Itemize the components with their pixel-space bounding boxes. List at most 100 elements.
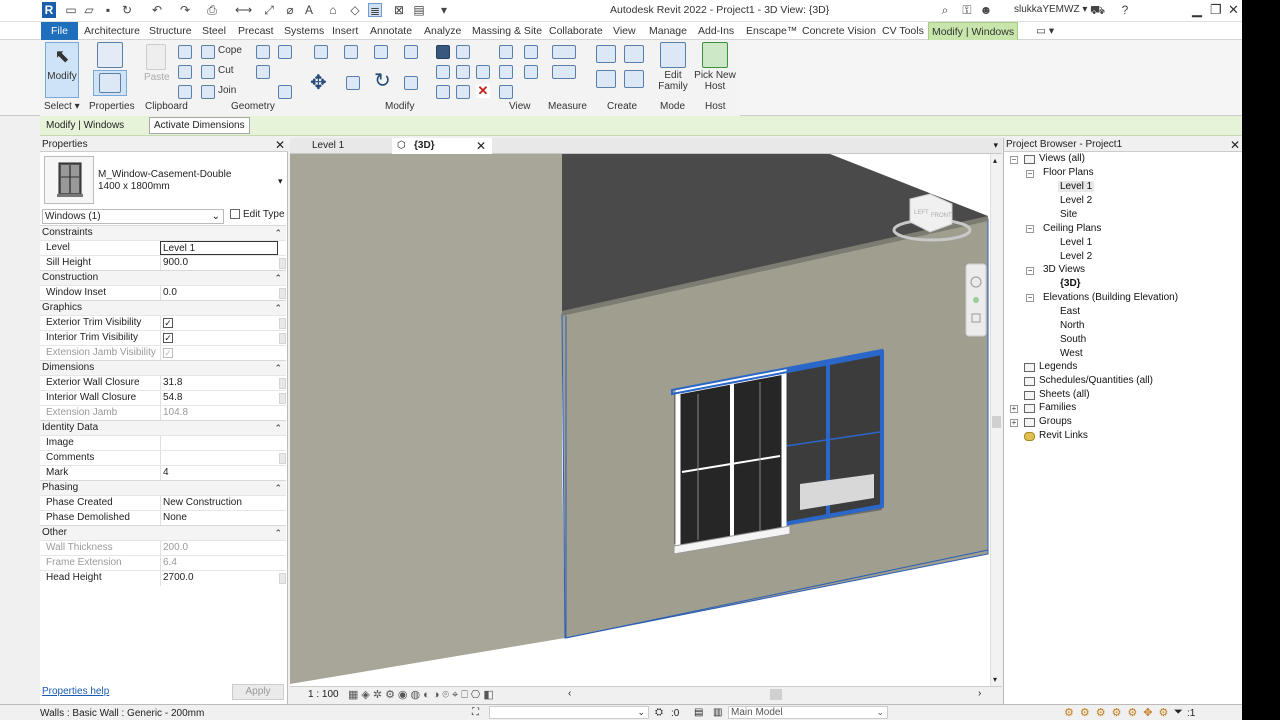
prop-row-mark[interactable]: Mark 4 <box>40 465 286 481</box>
prop-row-interior-wall-closure[interactable]: Interior Wall Closure 54.8 <box>40 390 286 406</box>
tree-floor-level-1[interactable]: Level 1 <box>1058 181 1095 192</box>
tree-ceiling-plans[interactable]: Ceiling Plans <box>1043 223 1101 234</box>
view-vertical-scrollbar[interactable]: ▴ ▾ <box>990 154 1002 686</box>
checkbox[interactable]: ✓ <box>163 333 173 343</box>
collapse-icon[interactable]: − <box>1026 170 1034 178</box>
scroll-thumb[interactable] <box>992 416 1001 428</box>
prop-row-window-inset[interactable]: Window Inset 0.0 <box>40 285 286 301</box>
tree-3d-view[interactable]: {3D} <box>1060 278 1081 289</box>
prop-value[interactable]: 54.8 <box>160 391 278 406</box>
tab-add-ins[interactable]: Add-Ins <box>695 22 737 40</box>
tab-modify-windows[interactable]: Modify | Windows <box>928 22 1019 40</box>
scroll-right-icon[interactable]: › <box>978 688 981 699</box>
selection-toggle-icons[interactable]: ⚙⚙⚙⚙⚙✥⚙ <box>1064 706 1174 719</box>
expand-icon[interactable]: + <box>1010 419 1018 427</box>
default-3d-view-icon[interactable]: ⌂ <box>326 3 340 17</box>
trim-extend-icon[interactable] <box>456 85 470 99</box>
group-other[interactable]: Other ⌃ <box>40 525 286 540</box>
edit-type-button[interactable]: Edit Type <box>230 209 285 220</box>
horizontal-scroll-thumb[interactable] <box>770 689 782 700</box>
cut-clipboard-icon[interactable] <box>178 45 192 59</box>
design-option-select[interactable]: Main Model ⌄ <box>728 706 888 719</box>
view-tab-level-1[interactable]: Level 1 <box>290 138 390 154</box>
align-icon[interactable] <box>314 45 328 59</box>
cope-label[interactable]: Cope <box>218 45 242 56</box>
close-icon[interactable]: ✕ <box>1228 2 1239 18</box>
building-model[interactable]: LEFT FRONT <box>290 154 990 686</box>
panel-select[interactable]: Select ▾ <box>44 101 80 112</box>
cart-icon[interactable]: ⛟ <box>1090 3 1105 17</box>
tree-views-all[interactable]: Views (all) <box>1039 153 1085 164</box>
split-icon[interactable] <box>436 45 450 59</box>
measure-between-icon[interactable] <box>552 45 576 59</box>
checkbox[interactable]: ✓ <box>163 318 173 328</box>
edit-family-button[interactable]: Edit Family <box>656 42 690 92</box>
mirror-axis-icon[interactable] <box>374 45 388 59</box>
help-icon[interactable]: ? <box>1118 3 1132 17</box>
editable-only-icon[interactable]: ⛭ <box>655 707 663 718</box>
trim-icon[interactable] <box>404 76 418 90</box>
tab-annotate[interactable]: Annotate <box>367 22 415 40</box>
prop-row-head-height[interactable]: Head Height 2700.0 <box>40 570 286 586</box>
scroll-left-icon[interactable]: ‹ <box>568 688 571 699</box>
tab-steel[interactable]: Steel <box>199 22 229 40</box>
pick-new-host-button[interactable]: Pick New Host <box>692 42 738 92</box>
prop-value[interactable]: 4 <box>160 466 278 481</box>
unpin-icon[interactable] <box>436 85 450 99</box>
section-icon[interactable]: ◇ <box>348 3 362 17</box>
tree-floor-site[interactable]: Site <box>1060 209 1077 220</box>
view-scale[interactable]: 1 : 100 <box>308 689 339 700</box>
prop-value[interactable]: 900.0 <box>160 256 278 271</box>
join-label[interactable]: Join <box>218 85 236 96</box>
view-tab-3d[interactable]: ⬡ {3D} ✕ <box>392 138 492 154</box>
search-icon[interactable]: ⌕ <box>938 3 952 17</box>
view-control-icons[interactable]: ▦◈✲⚙◉◍◐◑⌾⌖⎕⎔◧ <box>348 688 497 702</box>
view-tabs-dropdown-icon[interactable]: ▾ <box>993 140 998 151</box>
close-view-tab-icon[interactable]: ✕ <box>476 138 486 154</box>
prop-value[interactable]: ✓ <box>160 331 278 346</box>
tree-sheets[interactable]: Sheets (all) <box>1039 389 1090 400</box>
tag-icon[interactable]: ⌀ <box>283 3 297 17</box>
create-parts-icon[interactable] <box>624 45 644 63</box>
tree-schedules[interactable]: Schedules/Quantities (all) <box>1039 375 1153 386</box>
tab-concrete-vision[interactable]: Concrete Vision <box>799 22 879 40</box>
split-gap-icon[interactable] <box>456 45 470 59</box>
print-icon[interactable]: ⎙ <box>205 3 219 17</box>
prop-row-image[interactable]: Image <box>40 435 286 451</box>
tab-massing-site[interactable]: Massing & Site <box>469 22 545 40</box>
thin-lines-icon[interactable]: ≣ <box>368 3 382 18</box>
prop-value[interactable]: 2700.0 <box>160 571 278 586</box>
hide-in-view-icon[interactable] <box>499 45 513 59</box>
tab-systems[interactable]: Systems <box>281 22 327 40</box>
zoom-icon[interactable] <box>973 297 979 303</box>
group-dimensions[interactable]: Dimensions ⌃ <box>40 360 286 375</box>
dimension-icon[interactable] <box>552 65 576 79</box>
undo-icon[interactable]: ↶ <box>150 3 164 17</box>
scroll-up-icon[interactable]: ▴ <box>993 156 997 165</box>
group-phasing[interactable]: Phasing ⌃ <box>40 480 286 495</box>
type-thumbnail[interactable] <box>44 156 94 204</box>
create-group-icon[interactable] <box>596 70 616 88</box>
join-icon[interactable] <box>201 85 215 99</box>
prop-row-interior-trim[interactable]: Interior Trim Visibility ✓ <box>40 330 286 346</box>
close-properties-icon[interactable]: ✕ <box>275 138 285 152</box>
prop-row-phase-created[interactable]: Phase Created New Construction <box>40 495 286 511</box>
tree-ceiling-level-1[interactable]: Level 1 <box>1060 237 1092 248</box>
tab-file[interactable]: File <box>41 22 78 40</box>
view-filter-icon[interactable] <box>524 65 538 79</box>
type-properties-button[interactable] <box>93 42 127 70</box>
paint-icon[interactable] <box>256 65 270 79</box>
save-icon[interactable]: ▪ <box>101 3 115 17</box>
group-identity-data[interactable]: Identity Data ⌃ <box>40 420 286 435</box>
key-icon[interactable]: ⚿ <box>960 3 974 17</box>
tree-revit-links[interactable]: Revit Links <box>1039 430 1088 441</box>
create-assembly-icon[interactable] <box>596 45 616 63</box>
tab-view[interactable]: View <box>610 22 639 40</box>
restore-icon[interactable]: ❐ <box>1210 2 1222 18</box>
tab-structure[interactable]: Structure <box>146 22 195 40</box>
properties-help-link[interactable]: Properties help <box>42 686 109 697</box>
filter-icon[interactable]: ⏷ <box>1174 706 1183 719</box>
prop-value[interactable]: None <box>160 511 278 526</box>
group-construction[interactable]: Construction ⌃ <box>40 270 286 285</box>
navigation-bar[interactable] <box>965 263 987 337</box>
